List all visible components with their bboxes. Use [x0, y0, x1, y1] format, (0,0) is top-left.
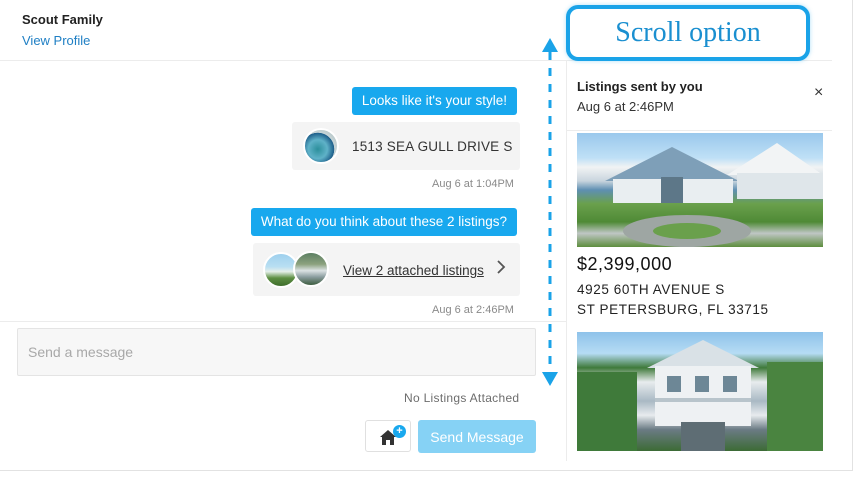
plus-icon: + — [393, 425, 406, 438]
message-timestamp: Aug 6 at 2:46PM — [432, 304, 514, 316]
house-illustration — [605, 143, 823, 247]
attachment-status: No Listings Attached — [404, 391, 520, 405]
panel-date: Aug 6 at 2:46PM — [577, 99, 674, 114]
composer-divider — [0, 321, 566, 322]
listing-price: $2,399,000 — [577, 254, 673, 274]
listing-address-line2: ST PETERSBURG, FL 33715 — [577, 302, 769, 317]
attach-listing-button[interactable]: + — [365, 420, 411, 452]
listing-thumbnail — [293, 251, 329, 287]
listing-address-line1: 4925 60TH AVENUE S — [577, 282, 725, 297]
message-bubble: Looks like it's your style! — [351, 87, 517, 115]
listing-photo[interactable] — [577, 332, 823, 451]
contact-name: Scout Family — [22, 12, 103, 27]
listing-photo[interactable] — [577, 133, 823, 247]
scroll-option-callout: Scroll option — [566, 5, 810, 61]
multi-listing-attachment-card[interactable]: View 2 attached listings — [253, 243, 520, 296]
listing-thumbnail — [303, 128, 339, 164]
listing-attachment-card[interactable]: 1513 SEA GULL DRIVE S — [292, 122, 520, 170]
message-timestamp: Aug 6 at 1:04PM — [432, 178, 514, 190]
message-input[interactable] — [17, 328, 536, 376]
send-message-button[interactable]: Send Message — [418, 420, 536, 453]
panel-divider — [566, 61, 567, 461]
panel-separator — [567, 130, 832, 131]
view-attached-listings-link[interactable]: View 2 attached listings — [343, 263, 484, 278]
message-bubble: What do you think about these 2 listings… — [250, 208, 517, 236]
callout-label: Scroll option — [615, 17, 761, 48]
messaging-window: Scout Family View Profile Looks like it'… — [0, 0, 853, 471]
close-icon[interactable]: × — [814, 85, 823, 101]
view-profile-link[interactable]: View Profile — [22, 33, 90, 48]
chevron-right-icon — [496, 260, 506, 279]
scroll-arrow-icon — [542, 38, 558, 386]
panel-title: Listings sent by you — [577, 79, 703, 94]
house-illustration — [577, 340, 823, 451]
attachment-address: 1513 SEA GULL DRIVE S — [352, 139, 513, 154]
